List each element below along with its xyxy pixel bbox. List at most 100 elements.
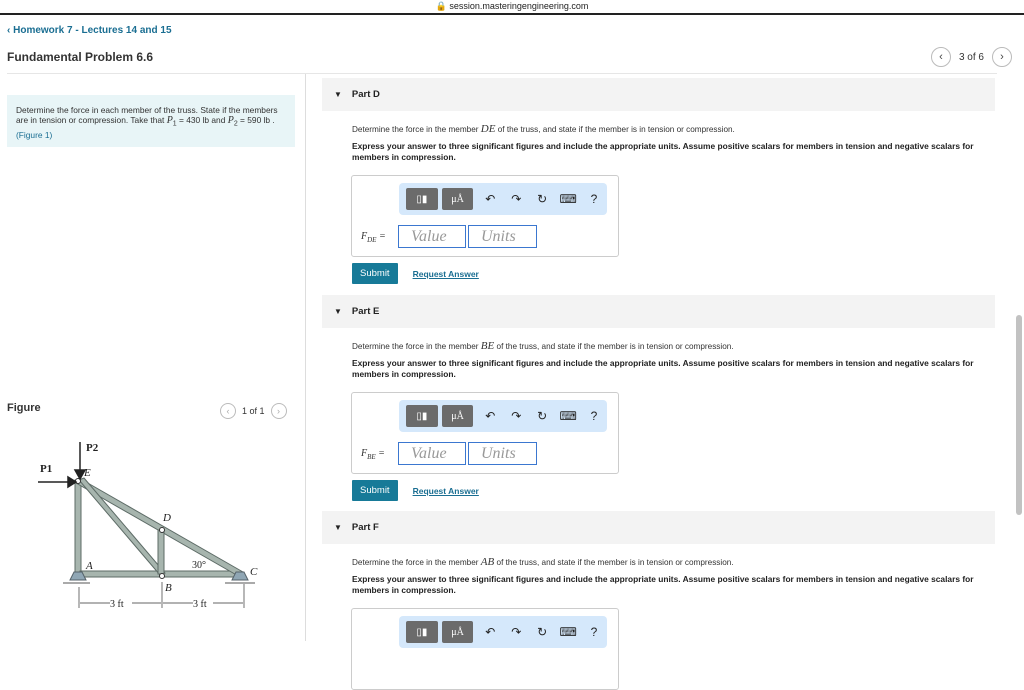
label-eq: = [376,231,386,242]
problem-pager: ‹ 3 of 6 › [930,47,1012,67]
math-toolbar: ▯▮ μÅ ↶ ↷ ↻ ⌨ ? [399,400,607,432]
and-text: and [209,115,228,125]
next-figure-button[interactable]: › [270,403,287,419]
units-button[interactable]: μÅ [441,405,474,427]
part-section: ▼ Part F Determine the force in the membe… [322,511,995,690]
reset-icon[interactable]: ↻ [529,192,555,206]
lock-icon: 🔒 [435,1,447,11]
help-icon[interactable]: ? [581,192,607,206]
answer-box: ▯▮ μÅ ↶ ↷ ↻ ⌨ ? [351,608,619,690]
back-to-assignment-link[interactable]: ‹ Homework 7 - Lectures 14 and 15 [7,25,172,36]
units-button[interactable]: μÅ [441,188,474,210]
templates-button[interactable]: ▯▮ [406,188,438,210]
redo-icon[interactable]: ↷ [503,192,529,206]
truss-figure: P2 P1 E D A B C 30° 3 ft 3 ft [38,442,258,610]
part-header[interactable]: ▼ Part D [322,78,995,111]
value-input[interactable]: Value [398,225,466,248]
units-button[interactable]: μÅ [441,621,474,643]
joint-a-label: A [85,560,93,572]
scrollbar[interactable] [1016,315,1022,515]
part-title: Part D [351,89,380,100]
keyboard-icon[interactable]: ⌨ [555,409,581,423]
figure-count: 1 of 1 [242,406,265,416]
back-label: Homework 7 - Lectures 14 and 15 [13,25,172,36]
reset-icon[interactable]: ↻ [529,409,555,423]
instructions: Express your answer to three significant… [352,574,974,595]
p1-value: = 430 lb [176,115,210,125]
member-symbol: BE [480,340,495,352]
question-post: of the truss, and state if the member is… [494,558,734,567]
redo-icon[interactable]: ↷ [503,409,529,423]
part-title: Part E [351,306,380,317]
p2-label: P2 [86,442,99,454]
keyboard-icon[interactable]: ⌨ [555,625,581,639]
joint-c-label: C [250,566,258,578]
part-header[interactable]: ▼ Part F [322,511,995,544]
label-eq: = [375,448,385,459]
answer-box: ▯▮ μÅ ↶ ↷ ↻ ⌨ ? FDE = Value Units [351,175,619,257]
part-title: Part F [351,522,379,533]
help-icon[interactable]: ? [581,625,607,639]
part-section: ▼ Part D Determine the force in the membe… [322,78,995,284]
question-post: of the truss, and state if the member is… [495,125,735,134]
question-post: of the truss, and state if the member is… [494,342,734,351]
answer-label: FDE = [361,231,386,244]
keyboard-icon[interactable]: ⌨ [555,192,581,206]
templates-button[interactable]: ▯▮ [406,405,438,427]
submit-button[interactable]: Submit [352,480,398,501]
reset-icon[interactable]: ↻ [529,625,555,639]
page-title: Fundamental Problem 6.6 [7,50,154,64]
answer-label: FBE = [361,448,385,461]
instructions: Express your answer to three significant… [352,358,974,379]
prev-problem-button[interactable]: ‹ [930,47,951,67]
figure-heading: Figure [7,402,41,414]
member-bd [157,529,165,575]
math-toolbar: ▯▮ μÅ ↶ ↷ ↻ ⌨ ? [399,183,607,215]
instructions: Express your answer to three significant… [352,141,974,162]
panel-divider [305,74,306,641]
joint-e-label: E [83,467,91,479]
figure-pager: ‹ 1 of 1 › [220,403,287,419]
redo-icon[interactable]: ↷ [503,625,529,639]
undo-icon[interactable]: ↶ [477,625,503,639]
part-header[interactable]: ▼ Part E [322,295,995,328]
templates-button[interactable]: ▯▮ [406,621,438,643]
member-symbol: DE [480,123,496,135]
collapse-triangle-icon[interactable]: ▼ [334,307,342,316]
figure-link[interactable]: (Figure 1) [16,130,52,140]
request-answer-link[interactable]: Request Answer [413,486,479,496]
answer-box: ▯▮ μÅ ↶ ↷ ↻ ⌨ ? FBE = Value Units [351,392,619,474]
dimension-bc: 3 ft [193,599,207,610]
collapse-triangle-icon[interactable]: ▼ [334,90,342,99]
prev-figure-button[interactable]: ‹ [220,403,236,419]
undo-icon[interactable]: ↶ [477,409,503,423]
value-input[interactable]: Value [398,442,466,465]
member-symbol: AB [480,556,495,568]
member-ae [74,479,82,576]
submit-button[interactable]: Submit [352,263,398,284]
question-pre: Determine the force in the member [352,125,481,134]
question-pre: Determine the force in the member [352,342,481,351]
problem-statement: Determine the force in each member of th… [7,95,295,147]
browser-address-bar[interactable]: 🔒 session.masteringengineering.com [0,0,1024,15]
joint-d-label: D [162,512,171,524]
angle-label: 30° [192,560,206,571]
question-text: Determine the force in the member BE of … [352,340,995,352]
math-toolbar: ▯▮ μÅ ↶ ↷ ↻ ⌨ ? [399,616,607,648]
p1-label: P1 [40,463,52,475]
units-input[interactable]: Units [468,225,537,248]
dimension-ab: 3 ft [110,599,124,610]
url-text: session.masteringengineering.com [449,1,589,11]
help-icon[interactable]: ? [581,409,607,423]
collapse-triangle-icon[interactable]: ▼ [334,523,342,532]
question-text: Determine the force in the member DE of … [352,123,995,135]
units-input[interactable]: Units [468,442,537,465]
label-sub: BE [367,453,376,461]
part-section: ▼ Part E Determine the force in the membe… [322,295,995,501]
request-answer-link[interactable]: Request Answer [413,269,479,279]
question-pre: Determine the force in the member [352,558,481,567]
p2-value: = 590 lb [237,115,271,125]
next-problem-button[interactable]: › [992,47,1012,67]
joint-b-label: B [165,582,172,594]
undo-icon[interactable]: ↶ [477,192,503,206]
